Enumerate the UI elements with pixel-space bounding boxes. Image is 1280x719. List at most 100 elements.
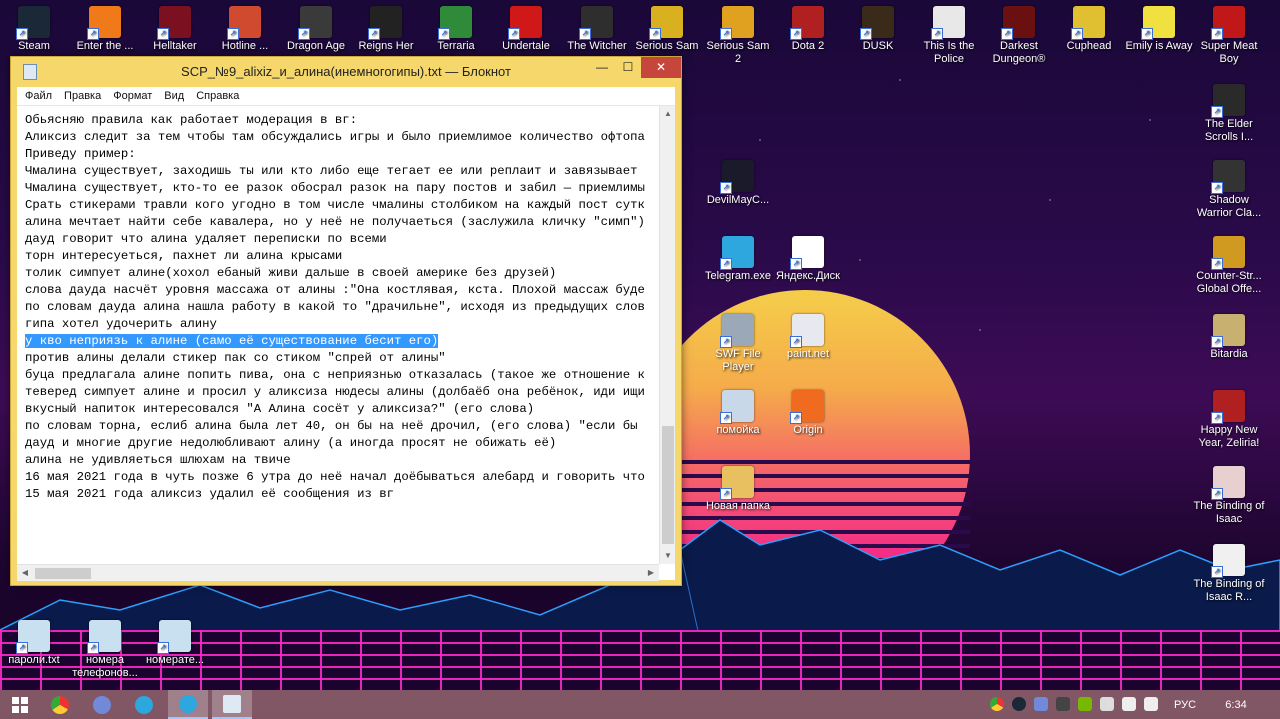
text-line: слова дауда насчёт уровня массажа от али… bbox=[25, 283, 645, 297]
shortcut-arrow-icon: ↗ bbox=[720, 258, 732, 270]
clock[interactable]: 6:34 bbox=[1218, 690, 1254, 719]
desktop-shortcut[interactable]: ↗ Emily is Away bbox=[1123, 6, 1195, 53]
menu-file[interactable]: Файл bbox=[25, 90, 52, 102]
desktop-shortcut[interactable]: ↗ Reigns Her bbox=[350, 6, 422, 53]
chrome-taskbar-button[interactable] bbox=[40, 690, 80, 719]
shortcut-arrow-icon: ↗ bbox=[1141, 28, 1153, 40]
menu-edit[interactable]: Правка bbox=[64, 90, 101, 102]
bitardia-icon: ↗ bbox=[1211, 314, 1245, 348]
desktop-shortcut[interactable]: ↗ Яндекс.Диск bbox=[772, 236, 844, 283]
desktop-shortcut[interactable]: ↗ Serious Sam 2 bbox=[702, 6, 774, 66]
shortcut-arrow-icon: ↗ bbox=[1211, 28, 1223, 40]
shortcut-arrow-icon: ↗ bbox=[368, 28, 380, 40]
nvidia-tray-icon[interactable] bbox=[1078, 697, 1092, 711]
window-titlebar[interactable]: SCP_№9_alixiz_и_алина(инемногогипы).txt … bbox=[11, 57, 681, 87]
minimize-button[interactable]: — bbox=[589, 57, 615, 78]
shortcut-arrow-icon: ↗ bbox=[1211, 336, 1223, 348]
start-button[interactable] bbox=[0, 690, 40, 719]
desktop-shortcut[interactable]: ↗ пароли.txt bbox=[0, 620, 70, 667]
desktop-shortcut[interactable]: ↗ Новая папка bbox=[702, 466, 774, 513]
dragon-age-icon: ↗ bbox=[298, 6, 332, 40]
menu-help[interactable]: Справка bbox=[196, 90, 239, 102]
desktop-shortcut[interactable]: ↗ номера телефонов... bbox=[69, 620, 141, 680]
shadow-warrior-icon: ↗ bbox=[1211, 160, 1245, 194]
language-indicator[interactable]: РУС bbox=[1168, 690, 1202, 719]
dusk-icon: ↗ bbox=[860, 6, 894, 40]
discord-taskbar-button[interactable] bbox=[82, 690, 122, 719]
chrome-tray-icon[interactable] bbox=[990, 697, 1004, 711]
desktop-shortcut[interactable]: ↗ Helltaker bbox=[139, 6, 211, 53]
horizontal-scroll-thumb[interactable] bbox=[35, 568, 91, 579]
horizontal-scrollbar[interactable]: ◀ ▶ bbox=[17, 564, 659, 581]
desktop-shortcut[interactable]: ↗ Counter-Str... Global Offe... bbox=[1193, 236, 1265, 296]
text-line: буца предлагала алине попить пива, она с… bbox=[25, 368, 645, 382]
notepad-taskbar-button[interactable] bbox=[212, 690, 252, 719]
desktop-shortcut-label: Super Meat Boy bbox=[1200, 40, 1258, 65]
network-tray-icon[interactable] bbox=[1122, 697, 1136, 711]
telegram-taskbar-button[interactable] bbox=[124, 690, 164, 719]
headset-tray-icon[interactable] bbox=[1056, 697, 1070, 711]
scroll-right-arrow-icon[interactable]: ▶ bbox=[643, 565, 659, 581]
scroll-left-arrow-icon[interactable]: ◀ bbox=[17, 565, 33, 581]
desktop-shortcut[interactable]: ↗ This Is the Police bbox=[913, 6, 985, 66]
discord-tray-icon[interactable] bbox=[1034, 697, 1048, 711]
desktop-shortcut[interactable]: ↗ Darkest Dungeon® bbox=[983, 6, 1055, 66]
desktop-shortcut[interactable]: ↗ Bitardia bbox=[1193, 314, 1265, 361]
desktop-shortcut[interactable]: ↗ DUSK bbox=[842, 6, 914, 53]
desktop-shortcut-label: Serious Sam 2 bbox=[706, 40, 770, 65]
darkest-dungeon-icon: ↗ bbox=[1001, 6, 1035, 40]
desktop-shortcut[interactable]: ↗ Shadow Warrior Cla... bbox=[1193, 160, 1265, 220]
desktop-shortcut[interactable]: ↗ Super Meat Boy bbox=[1193, 6, 1265, 66]
text-editor[interactable]: Обьясняю правила как работает модерация … bbox=[17, 105, 675, 581]
volume-tray-icon[interactable] bbox=[1144, 697, 1158, 711]
flag-tray-icon[interactable] bbox=[1100, 697, 1114, 711]
desktop-shortcut[interactable]: ↗ Enter the ... bbox=[69, 6, 141, 53]
desktop-shortcut[interactable]: ↗ Undertale bbox=[490, 6, 562, 53]
scroll-up-arrow-icon[interactable]: ▲ bbox=[660, 106, 676, 122]
vertical-scroll-thumb[interactable] bbox=[662, 426, 674, 544]
menu-view[interactable]: Вид bbox=[164, 90, 184, 102]
desktop-shortcut[interactable]: ↗ Origin bbox=[772, 390, 844, 437]
desktop-shortcut-label: Terraria bbox=[437, 40, 475, 52]
desktop-shortcut[interactable]: ↗ Terraria bbox=[420, 6, 492, 53]
desktop-shortcut-label: помойка bbox=[716, 424, 760, 436]
emily-is-away-icon: ↗ bbox=[1141, 6, 1175, 40]
text-line: гипа хотел удочерить алину bbox=[25, 317, 217, 331]
desktop-shortcut-label: Reigns Her bbox=[358, 40, 414, 52]
maximize-button[interactable]: ☐ bbox=[615, 57, 641, 78]
telegram-active-taskbar-button[interactable] bbox=[168, 690, 208, 719]
scroll-down-arrow-icon[interactable]: ▼ bbox=[660, 548, 676, 564]
desktop-shortcut[interactable]: ↗ The Elder Scrolls I... bbox=[1193, 84, 1265, 144]
desktop-shortcut[interactable]: ↗ номерате... bbox=[139, 620, 211, 667]
shortcut-arrow-icon: ↗ bbox=[790, 412, 802, 424]
text-content[interactable]: Обьясняю правила как работает модерация … bbox=[25, 112, 657, 562]
shortcut-arrow-icon: ↗ bbox=[720, 182, 732, 194]
desktop-shortcut-label: The Binding of Isaac bbox=[1193, 500, 1265, 525]
menu-format[interactable]: Формат bbox=[113, 90, 152, 102]
desktop-shortcut-label: This Is the Police bbox=[923, 40, 975, 65]
desktop-shortcut[interactable]: ↗ DevilMayC... bbox=[702, 160, 774, 207]
desktop-shortcut[interactable]: ↗ Cuphead bbox=[1053, 6, 1125, 53]
steam-tray-icon[interactable] bbox=[1012, 697, 1026, 711]
vertical-scrollbar[interactable]: ▲ ▼ bbox=[659, 106, 675, 564]
text-line: у кво неприязь к алине (само её существо… bbox=[25, 333, 657, 350]
shortcut-arrow-icon: ↗ bbox=[720, 28, 732, 40]
close-button[interactable]: ✕ bbox=[641, 57, 681, 78]
desktop-shortcut[interactable]: ↗ The Witcher bbox=[561, 6, 633, 53]
desktop-shortcut[interactable]: ↗ Hotline ... bbox=[209, 6, 281, 53]
desktop-shortcut[interactable]: ↗ The Binding of Isaac R... bbox=[1193, 544, 1265, 604]
desktop-shortcut[interactable]: ↗ Dota 2 bbox=[772, 6, 844, 53]
notepad-window[interactable]: SCP_№9_alixiz_и_алина(инемногогипы).txt … bbox=[10, 56, 682, 586]
desktop-shortcut[interactable]: ↗ Telegram.exe bbox=[702, 236, 774, 283]
desktop-shortcut[interactable]: ↗ Dragon Age bbox=[280, 6, 352, 53]
desktop-shortcut[interactable]: ↗ The Binding of Isaac bbox=[1193, 466, 1265, 526]
binding-of-isaac-rebirth-icon: ↗ bbox=[1211, 544, 1245, 578]
desktop-shortcut[interactable]: ↗ помойка bbox=[702, 390, 774, 437]
shortcut-arrow-icon: ↗ bbox=[1211, 488, 1223, 500]
super-meat-boy-icon: ↗ bbox=[1211, 6, 1245, 40]
desktop-shortcut[interactable]: ↗ Steam bbox=[0, 6, 70, 53]
desktop-shortcut[interactable]: ↗ SWF File Player bbox=[702, 314, 774, 374]
text-line: теверед симпует алине и просил у аликсиз… bbox=[25, 385, 645, 399]
desktop-shortcut[interactable]: ↗ Happy New Year, Zeliria! bbox=[1193, 390, 1265, 450]
desktop-shortcut[interactable]: ↗ paint.net bbox=[772, 314, 844, 361]
